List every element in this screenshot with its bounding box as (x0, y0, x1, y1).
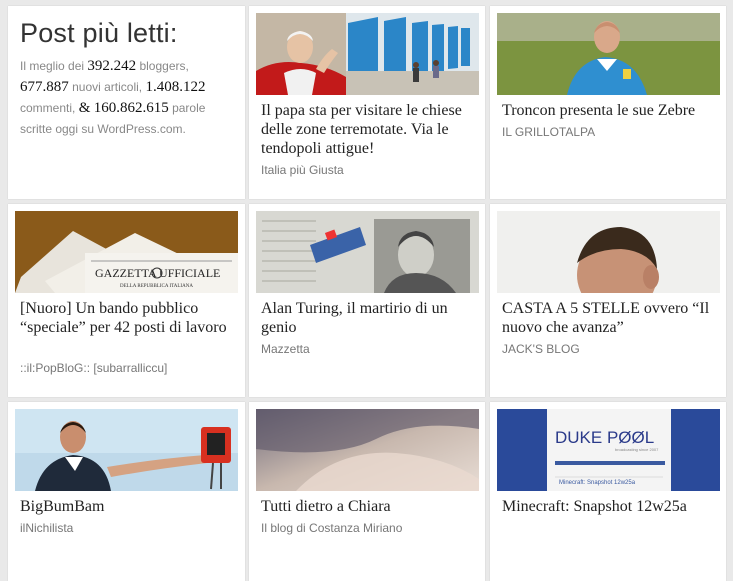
post-card[interactable]: BigBumBam ilNichilista (8, 402, 245, 581)
post-title[interactable]: Troncon presenta le sue Zebre (502, 101, 717, 120)
post-card[interactable]: DUKE PØØL broadcasting since 2007 Minecr… (490, 402, 726, 581)
stats-label: bloggers, (139, 59, 189, 73)
stats-label: nuovi articoli, (72, 80, 143, 94)
post-source[interactable]: ::il:PopBloG:: [subarralliccu] (20, 361, 167, 375)
post-card[interactable]: GAZZETTA UFFICIALE DELLA REPUBBLICA ITAL… (8, 204, 245, 397)
post-title[interactable]: Il papa sta per visitare le chiese delle… (261, 101, 476, 158)
site-logo-tagline: broadcasting since 2007 (615, 447, 659, 452)
young-man-portrait-image[interactable] (497, 211, 720, 293)
duke-pool-screenshot-image[interactable]: DUKE PØØL broadcasting since 2007 Minecr… (497, 409, 720, 491)
post-source[interactable]: IL GRILLOTALPA (502, 125, 595, 139)
post-title[interactable]: BigBumBam (20, 497, 235, 516)
post-source[interactable]: Il blog di Costanza Miriano (261, 521, 402, 535)
post-card[interactable]: Alan Turing, il martirio di un genio Maz… (249, 204, 485, 397)
site-logo-text: DUKE PØØL (555, 428, 654, 447)
pope-tents-image[interactable] (256, 13, 479, 95)
newspaper-sublabel: DELLA REPUBBLICA ITALIANA (120, 284, 193, 289)
post-card[interactable]: Tutti dietro a Chiara Il blog di Costanz… (249, 402, 485, 581)
words-count: 160.862.615 (93, 100, 169, 116)
stats-text: Il meglio dei 392.242 bloggers, 677.887 … (20, 56, 225, 140)
coach-portrait-image[interactable] (497, 13, 720, 95)
post-source[interactable]: Mazzetta (261, 342, 310, 356)
gazzetta-newspaper-image[interactable]: GAZZETTA UFFICIALE DELLA REPUBBLICA ITAL… (15, 211, 238, 293)
sepia-portrait-image[interactable] (256, 409, 479, 491)
intro-card: Post più letti: Il meglio dei 392.242 bl… (8, 6, 245, 199)
articles-count: 677.887 (20, 79, 69, 95)
post-title[interactable]: Tutti dietro a Chiara (261, 497, 476, 516)
post-title[interactable]: [Nuoro] Un bando pubblico “speciale” per… (20, 299, 235, 337)
post-source[interactable]: ilNichilista (20, 521, 73, 535)
post-card[interactable]: Il papa sta per visitare le chiese delle… (249, 6, 485, 199)
ampersand: & (78, 100, 91, 116)
comments-count: 1.408.122 (145, 79, 206, 95)
bloggers-count: 392.242 (87, 58, 137, 74)
post-title[interactable]: Alan Turing, il martirio di un genio (261, 299, 476, 337)
post-card[interactable]: CASTA A 5 STELLE ovvero “Il nuovo che av… (490, 204, 726, 397)
post-card[interactable]: Troncon presenta le sue Zebre IL GRILLOT… (490, 6, 726, 199)
post-title[interactable]: Minecraft: Snapshot 12w25a (502, 497, 717, 516)
inner-post-title: Minecraft: Snapshot 12w25a (559, 480, 636, 486)
post-source[interactable]: JACK'S BLOG (502, 342, 580, 356)
page-title: Post più letti: (20, 18, 178, 48)
turing-newspaper-image[interactable] (256, 211, 479, 293)
post-title[interactable]: CASTA A 5 STELLE ovvero “Il nuovo che av… (502, 299, 717, 337)
stats-label: commenti, (20, 101, 76, 115)
speaker-podium-image[interactable] (15, 409, 238, 491)
post-source[interactable]: Italia più Giusta (261, 163, 344, 177)
stats-label: Il meglio dei (20, 59, 85, 73)
